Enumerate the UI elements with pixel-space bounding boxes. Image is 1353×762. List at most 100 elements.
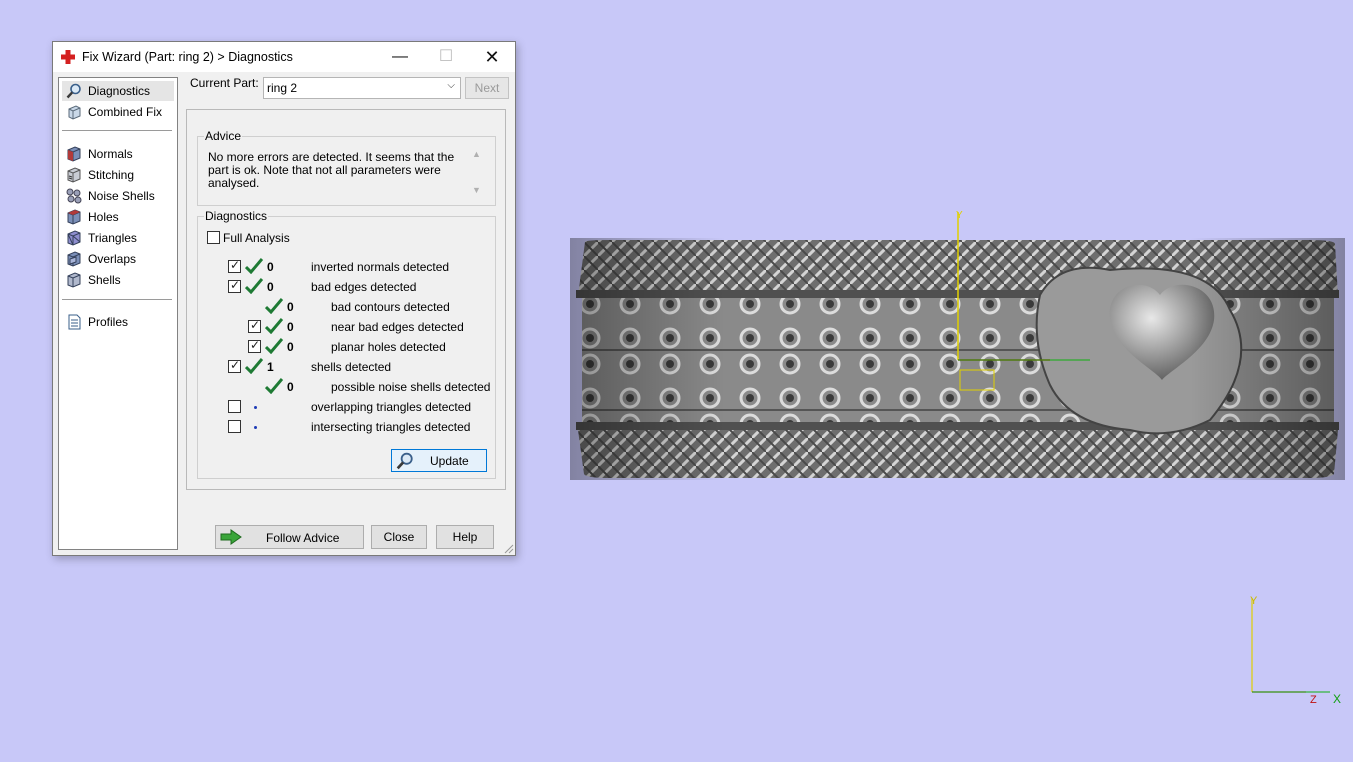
axis-x-label: X: [1333, 692, 1341, 706]
arrow-right-icon: [220, 529, 242, 545]
triangles-icon: [67, 230, 81, 246]
green-check-icon: [265, 298, 283, 314]
nav-item-shells[interactable]: Shells: [62, 270, 174, 290]
checkmark-icon: ✓: [250, 338, 261, 352]
stitching-icon: [67, 167, 81, 183]
current-part-label: Current Part:: [190, 76, 259, 90]
noise-shells-icon: [66, 188, 82, 204]
row-label: bad contours detected: [331, 300, 450, 314]
nav-item-noise-shells[interactable]: Noise Shells: [62, 186, 174, 206]
row-checkbox[interactable]: ✓: [228, 278, 241, 293]
profiles-icon: [68, 314, 81, 330]
scroll-down-icon[interactable]: ▼: [472, 185, 481, 195]
update-label: Update: [430, 454, 469, 468]
chevron-down-icon: ⌵: [447, 80, 455, 91]
pending-dot-icon: [254, 406, 257, 409]
row-label: inverted normals detected: [311, 260, 450, 274]
diagnostics-group: Diagnostics Full Analysis ✓ 0 inverted n…: [197, 209, 496, 479]
holes-icon: [67, 209, 81, 225]
advice-legend: Advice: [204, 129, 243, 143]
checkmark-icon: ✓: [250, 318, 261, 332]
view-axes-indicator: Y Z X: [1250, 595, 1341, 706]
row-label: planar holes detected: [331, 340, 446, 354]
row-checkbox[interactable]: ✓: [228, 258, 241, 273]
green-check-icon: [245, 258, 263, 274]
maximize-button[interactable]: ☐: [423, 42, 469, 72]
model-axis-y-label: Y: [956, 210, 963, 221]
row-label: intersecting triangles detected: [311, 420, 471, 434]
magnifier-icon: [396, 452, 413, 470]
magnifier-icon: [66, 83, 81, 99]
advice-group: Advice No more errors are detected. It s…: [197, 129, 496, 206]
maximize-icon: ☐: [438, 48, 454, 65]
row-count: 0: [287, 380, 294, 394]
row-count: 0: [267, 280, 274, 294]
fix-wizard-window: Fix Wizard (Part: ring 2) > Diagnostics …: [52, 41, 516, 556]
close-window-button[interactable]: ✕: [469, 42, 515, 72]
checkmark-icon: ✓: [230, 358, 241, 372]
combined-fix-icon: [68, 105, 81, 120]
row-count: 0: [287, 320, 294, 334]
row-label: possible noise shells detected: [331, 380, 491, 394]
pending-dot-icon: [254, 426, 257, 429]
row-checkbox[interactable]: ✓: [248, 318, 261, 333]
axis-y-label: Y: [1250, 595, 1258, 607]
green-check-icon: [265, 378, 283, 394]
nav-item-overlaps[interactable]: Overlaps: [62, 249, 174, 269]
advice-text: No more errors are detected. It seems th…: [208, 150, 455, 190]
row-label: shells detected: [311, 360, 392, 374]
row-checkbox[interactable]: [228, 400, 241, 413]
row-label: bad edges detected: [311, 280, 417, 294]
green-check-icon: [265, 338, 283, 354]
close-icon: ✕: [484, 47, 500, 67]
red-cross-icon: [61, 50, 75, 64]
row-label: overlapping triangles detected: [311, 400, 472, 414]
nav-item-triangles[interactable]: Triangles: [62, 228, 174, 248]
current-part-value: ring 2: [267, 81, 298, 95]
row-count: 0: [287, 300, 294, 314]
ring-model[interactable]: Y: [570, 200, 1345, 485]
follow-advice-label: Follow Advice: [266, 531, 340, 545]
row-count: 0: [267, 260, 274, 274]
follow-advice-button[interactable]: Follow Advice: [215, 525, 364, 549]
full-analysis-checkbox[interactable]: [207, 231, 220, 244]
scroll-up-icon[interactable]: ▲: [472, 149, 481, 159]
nav-divider: [62, 299, 172, 300]
diagnostics-panel: Advice No more errors are detected. It s…: [186, 109, 506, 490]
minimize-button[interactable]: —: [377, 42, 423, 72]
nav-divider: [62, 130, 172, 131]
nav-item-holes[interactable]: Holes: [62, 207, 174, 227]
row-checkbox[interactable]: [228, 420, 241, 433]
green-check-icon: [245, 358, 263, 374]
nav-item-profiles[interactable]: Profiles: [62, 312, 174, 332]
green-check-icon: [245, 278, 263, 294]
overlaps-icon: [67, 251, 81, 267]
title-bar[interactable]: Fix Wizard (Part: ring 2) > Diagnostics …: [53, 42, 515, 72]
axis-z-label: Z: [1310, 694, 1317, 706]
resize-grip-icon[interactable]: [504, 544, 514, 554]
current-part-select[interactable]: ring 2 ⌵: [263, 77, 461, 99]
full-analysis-label: Full Analysis: [223, 231, 290, 245]
update-button[interactable]: Update: [391, 449, 487, 472]
minimize-icon: —: [392, 48, 408, 65]
nav-item-combined-fix[interactable]: Combined Fix: [62, 102, 174, 122]
close-button[interactable]: Close: [371, 525, 427, 549]
row-checkbox[interactable]: ✓: [228, 358, 241, 373]
row-count: 1: [267, 360, 274, 374]
diagnostics-legend: Diagnostics: [204, 209, 269, 223]
row-checkbox[interactable]: ✓: [248, 338, 261, 353]
checkmark-icon: ✓: [230, 258, 241, 272]
normals-icon: [67, 146, 81, 162]
row-count: 0: [287, 340, 294, 354]
window-title: Fix Wizard (Part: ring 2) > Diagnostics: [82, 50, 293, 64]
shells-icon: [67, 272, 81, 288]
wizard-nav: Diagnostics Combined Fix Normals Stitchi…: [58, 77, 178, 550]
row-label: near bad edges detected: [331, 320, 464, 334]
green-check-icon: [265, 318, 283, 334]
help-button[interactable]: Help: [436, 525, 494, 549]
nav-item-stitching[interactable]: Stitching: [62, 165, 174, 185]
next-button[interactable]: Next: [465, 77, 509, 99]
checkmark-icon: ✓: [230, 278, 241, 292]
nav-item-normals[interactable]: Normals: [62, 144, 174, 164]
nav-item-diagnostics[interactable]: Diagnostics: [62, 81, 174, 101]
